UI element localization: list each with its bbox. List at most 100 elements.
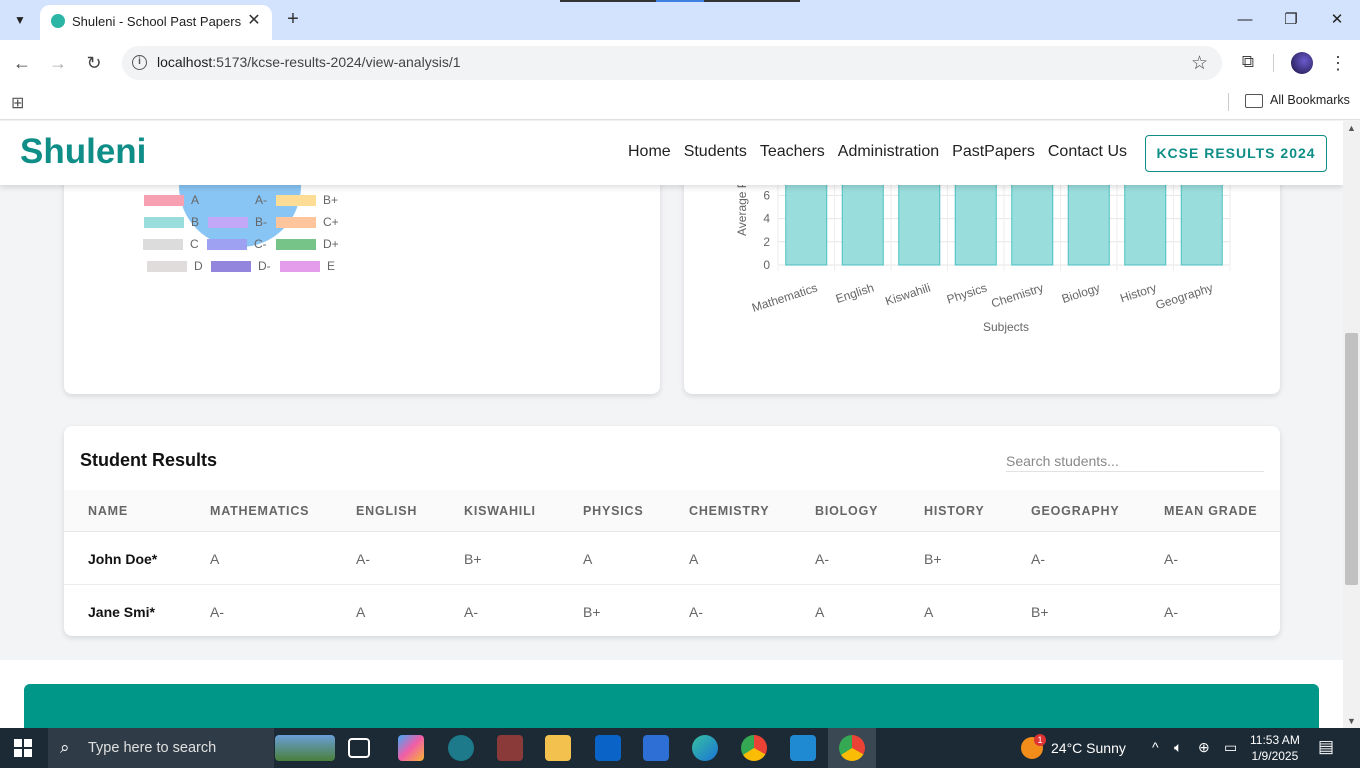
- minimize-button[interactable]: —: [1230, 6, 1260, 34]
- all-bookmarks-link[interactable]: All Bookmarks: [1270, 93, 1350, 107]
- nav-pastpapers[interactable]: PastPapers: [952, 143, 1035, 161]
- y-tick-label: 0: [763, 258, 770, 272]
- browser-menu-icon[interactable]: ⋮: [1329, 51, 1347, 75]
- page-scrollbar[interactable]: ▲ ▼: [1343, 121, 1360, 728]
- grade-cell: A-: [210, 604, 224, 620]
- extensions-puzzle-icon[interactable]: ⧉: [1238, 52, 1258, 72]
- forward-arrow-icon[interactable]: →: [46, 51, 70, 75]
- legend-swatch: [276, 238, 316, 250]
- app-u-icon[interactable]: [448, 735, 474, 761]
- column-header[interactable]: GEOGRAPHY: [1031, 504, 1119, 518]
- site-logo[interactable]: Shuleni: [20, 132, 146, 172]
- nav-students[interactable]: Students: [684, 143, 747, 161]
- url-text[interactable]: localhost:5173/kcse-results-2024/view-an…: [157, 54, 461, 70]
- column-header[interactable]: ENGLISH: [356, 504, 417, 518]
- outlook-icon[interactable]: [595, 735, 621, 761]
- weather-badge: 1: [1034, 734, 1046, 746]
- legend-item[interactable]: C: [143, 233, 199, 255]
- back-arrow-icon[interactable]: ←: [10, 51, 34, 75]
- edge-icon[interactable]: [692, 735, 718, 761]
- weather-text[interactable]: 24°C Sunny: [1051, 740, 1126, 756]
- legend-row: D D- E: [64, 255, 660, 277]
- windows-start-icon[interactable]: [14, 739, 32, 757]
- page-viewport: Shuleni Home Students Teachers Administr…: [0, 121, 1343, 728]
- site-info-icon[interactable]: i: [132, 55, 147, 70]
- window-close-button[interactable]: ✕: [1322, 6, 1352, 34]
- legend-item[interactable]: B: [144, 211, 199, 233]
- legend-item[interactable]: B-: [208, 211, 267, 233]
- tab-close-icon[interactable]: ✕: [244, 11, 264, 31]
- search-students-input[interactable]: [1006, 450, 1264, 472]
- apps-grid-icon[interactable]: ⊞: [11, 93, 29, 112]
- legend-item[interactable]: C-: [207, 233, 267, 255]
- tab-search-chevron-icon[interactable]: ▼: [6, 7, 34, 33]
- grade-cell: B+: [583, 604, 601, 620]
- legend-item[interactable]: E: [280, 255, 335, 277]
- grade-cell: A-: [815, 551, 829, 567]
- kcse-results-button[interactable]: KCSE RESULTS 2024: [1145, 135, 1327, 172]
- task-view-icon[interactable]: [348, 738, 370, 758]
- legend-item[interactable]: C+: [276, 211, 339, 233]
- table-row[interactable]: John Doe* A A- B+ A A A- B+ A- A-: [64, 532, 1280, 585]
- legend-item[interactable]: B+: [276, 189, 338, 211]
- taskbar-clock[interactable]: 11:53 AM 1/9/2025: [1250, 732, 1300, 764]
- scroll-up-icon[interactable]: ▲: [1347, 123, 1356, 133]
- legend-item[interactable]: A: [144, 189, 199, 211]
- tray-chevron-icon[interactable]: ^: [1152, 739, 1159, 755]
- grade-cell: A: [210, 551, 220, 567]
- grade-cell: A-: [356, 551, 370, 567]
- grade-cell: A: [583, 551, 593, 567]
- display-icon[interactable]: ▭: [1224, 739, 1237, 756]
- browser-tab[interactable]: Shuleni - School Past Papers & I ✕: [40, 5, 272, 40]
- grade-cell: B+: [464, 551, 482, 567]
- maximize-button[interactable]: ❐: [1276, 6, 1306, 34]
- column-header[interactable]: MEAN GRADE: [1164, 504, 1257, 518]
- x-tick-label: Chemistry: [989, 281, 1045, 311]
- store-icon[interactable]: [643, 735, 669, 761]
- column-header[interactable]: MATHEMATICS: [210, 504, 309, 518]
- vscode-icon[interactable]: [790, 735, 816, 761]
- column-header[interactable]: PHYSICS: [583, 504, 643, 518]
- reload-icon[interactable]: ↻: [82, 51, 106, 75]
- address-bar[interactable]: i localhost:5173/kcse-results-2024/view-…: [122, 46, 1222, 80]
- legend-swatch: [144, 194, 184, 206]
- legend-label: A-: [255, 193, 267, 207]
- table-row[interactable]: Jane Smi* A- A A- B+ A- A A B+ A-: [64, 585, 1280, 638]
- chrome-active-icon[interactable]: [839, 735, 865, 761]
- window-top-edge-accent: [656, 0, 704, 2]
- nav-administration[interactable]: Administration: [838, 143, 939, 161]
- legend-label: C-: [254, 237, 267, 251]
- bookmark-star-icon[interactable]: ☆: [1191, 52, 1208, 75]
- legend-item[interactable]: D-: [211, 255, 271, 277]
- notifications-icon[interactable]: ▤: [1318, 737, 1334, 757]
- column-header[interactable]: KISWAHILI: [464, 504, 536, 518]
- legend-item[interactable]: A-: [208, 189, 267, 211]
- search-highlight-image[interactable]: [275, 735, 335, 761]
- scroll-down-icon[interactable]: ▼: [1347, 716, 1356, 726]
- legend-item[interactable]: D: [147, 255, 203, 277]
- new-tab-button[interactable]: +: [282, 8, 304, 30]
- globe-network-icon[interactable]: ⊕: [1198, 739, 1210, 756]
- nav-teachers[interactable]: Teachers: [760, 143, 825, 161]
- column-header[interactable]: HISTORY: [924, 504, 984, 518]
- profile-avatar[interactable]: [1291, 52, 1313, 74]
- mean-grade-cell: A-: [1164, 551, 1178, 567]
- taskbar-search-box[interactable]: ⌕ Type here to search: [48, 728, 274, 768]
- chrome-icon[interactable]: [741, 735, 767, 761]
- nav-home[interactable]: Home: [628, 143, 671, 161]
- legend-item[interactable]: D+: [276, 233, 339, 255]
- copilot-icon[interactable]: [398, 735, 424, 761]
- winrar-icon[interactable]: [497, 735, 523, 761]
- student-results-card: Student Results NAME MATHEMATICS ENGLISH…: [64, 426, 1280, 636]
- scrollbar-thumb[interactable]: [1345, 333, 1358, 585]
- search-icon: ⌕: [60, 738, 70, 757]
- legend-label: C+: [323, 215, 339, 229]
- legend-swatch: [280, 260, 320, 272]
- column-header[interactable]: CHEMISTRY: [689, 504, 769, 518]
- column-header[interactable]: BIOLOGY: [815, 504, 878, 518]
- speaker-icon[interactable]: 🔈︎: [1174, 739, 1182, 756]
- file-explorer-icon[interactable]: [545, 735, 571, 761]
- nav-contact-us[interactable]: Contact Us: [1048, 143, 1127, 161]
- column-header[interactable]: NAME: [88, 504, 128, 518]
- legend-swatch: [144, 216, 184, 228]
